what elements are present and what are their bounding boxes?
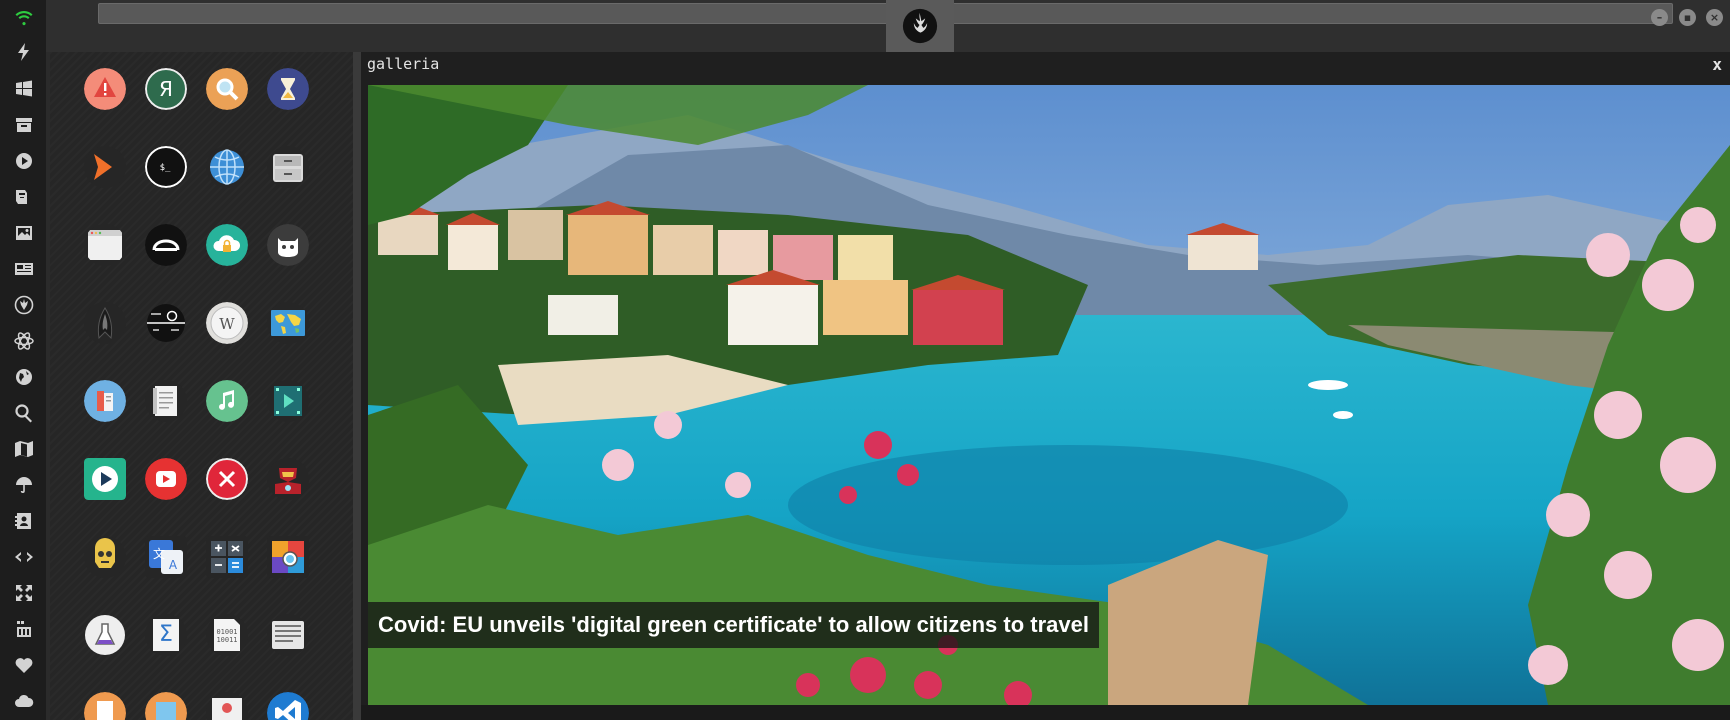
media-player-icon[interactable] <box>84 458 126 500</box>
c3po-icon[interactable] <box>84 536 126 578</box>
lab-flask-icon[interactable] <box>84 614 126 656</box>
wikipedia-icon[interactable]: W <box>206 302 248 344</box>
search-icon[interactable] <box>13 402 35 424</box>
svg-text:W: W <box>219 315 235 333</box>
cancel-icon[interactable] <box>206 458 248 500</box>
world-map-icon[interactable] <box>267 302 309 344</box>
svg-text:文: 文 <box>153 546 165 561</box>
web-browser-icon[interactable] <box>206 146 248 188</box>
map-icon[interactable] <box>13 438 35 460</box>
gallery-close-button[interactable]: x <box>1712 55 1722 74</box>
windows-icon[interactable] <box>13 78 35 100</box>
github-icon[interactable] <box>267 224 309 266</box>
vscode-icon[interactable] <box>267 692 309 720</box>
file-cabinet-icon[interactable] <box>267 146 309 188</box>
warning-icon[interactable] <box>84 68 126 110</box>
svg-text:$_: $_ <box>160 163 171 173</box>
fullscreen-icon[interactable] <box>13 582 35 604</box>
close-icon[interactable]: × <box>1706 9 1723 26</box>
rebel-alliance-logo[interactable] <box>886 0 954 52</box>
globe-icon[interactable] <box>13 366 35 388</box>
translate-icon[interactable] <box>13 186 35 208</box>
gallery-bottom-strip <box>361 705 1730 720</box>
presentation-icon[interactable] <box>206 692 248 720</box>
archive-icon[interactable] <box>13 114 35 136</box>
text-editor-icon[interactable] <box>267 614 309 656</box>
top-bar: – ▪ × <box>46 0 1730 52</box>
iron-man-icon[interactable] <box>267 458 309 500</box>
headset-icon[interactable] <box>145 224 187 266</box>
yandex-icon[interactable]: Я <box>145 68 187 110</box>
svg-text:A: A <box>169 558 178 572</box>
death-star-icon[interactable] <box>145 302 187 344</box>
window-icon[interactable] <box>84 224 126 266</box>
cloud-icon[interactable] <box>13 690 35 712</box>
svg-text:Σ: Σ <box>159 622 173 647</box>
gallery-title: galleria <box>367 55 440 73</box>
notes-icon[interactable] <box>145 380 187 422</box>
image-icon[interactable] <box>13 222 35 244</box>
rebel-alliance-icon[interactable] <box>13 294 35 316</box>
books-icon[interactable] <box>84 380 126 422</box>
panel-splitter[interactable] <box>353 52 361 720</box>
video-player-icon[interactable] <box>267 380 309 422</box>
umbrella-icon[interactable] <box>13 474 35 496</box>
calculator-icon[interactable] <box>206 536 248 578</box>
document-icon[interactable] <box>84 692 126 720</box>
gallery-caption: Covid: EU unveils 'digital green certifi… <box>368 602 1099 648</box>
left-rail <box>0 0 46 720</box>
youtube-icon[interactable] <box>13 618 35 640</box>
translator-icon[interactable]: 文A <box>145 536 187 578</box>
code-icon[interactable] <box>13 546 35 568</box>
cloud-lock-icon[interactable] <box>206 224 248 266</box>
shell-icon[interactable]: $_ <box>145 146 187 188</box>
wifi-icon[interactable] <box>13 6 35 28</box>
youtube-player-icon[interactable] <box>145 458 187 500</box>
binary-file-icon[interactable]: 01001 10011 <box>206 614 248 656</box>
color-picker-icon[interactable] <box>267 536 309 578</box>
search-icon[interactable] <box>206 68 248 110</box>
svg-text:01001: 01001 <box>216 628 237 636</box>
svg-text:10011: 10011 <box>216 636 237 644</box>
play-icon[interactable] <box>13 150 35 172</box>
lightning-icon[interactable] <box>13 41 35 63</box>
hourglass-icon[interactable] <box>267 68 309 110</box>
sigma-calculator-icon[interactable]: Σ <box>145 614 187 656</box>
svg-text:Я: Я <box>159 77 173 101</box>
contacts-icon[interactable] <box>13 510 35 532</box>
starfleet-icon[interactable] <box>84 302 126 344</box>
atom-icon[interactable] <box>13 330 35 352</box>
maximize-icon[interactable]: ▪ <box>1679 9 1696 26</box>
terminal-arrow-icon[interactable] <box>84 146 126 188</box>
heart-icon[interactable] <box>13 654 35 676</box>
app-launcher-grid: Я $_ W 文A Σ 01001 10011 <box>50 52 353 720</box>
minimize-icon[interactable]: – <box>1651 9 1668 26</box>
news-icon[interactable] <box>13 258 35 280</box>
image-viewer-icon[interactable] <box>145 692 187 720</box>
music-icon[interactable] <box>206 380 248 422</box>
gallery-window: galleria x Covid: EU unveils 'digital gr… <box>361 52 1730 720</box>
